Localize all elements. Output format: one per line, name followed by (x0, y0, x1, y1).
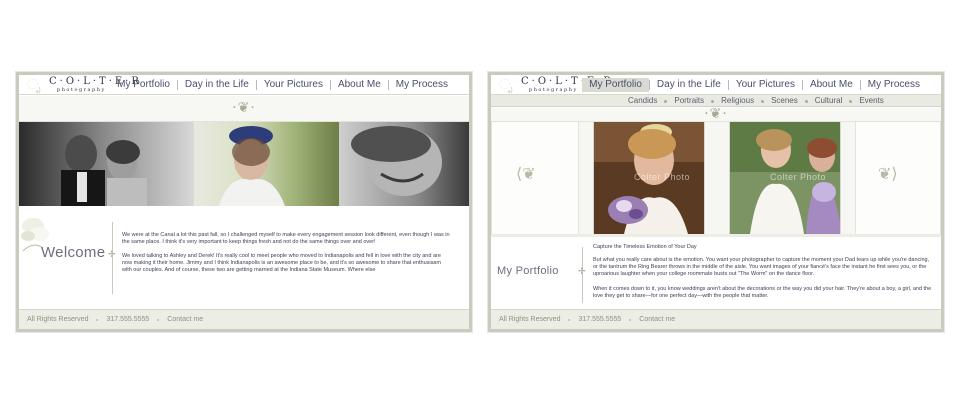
subnav-candids[interactable]: Candids (621, 95, 664, 107)
portfolio-mockup: ೃ C·O·L·T·E·R photography My Portfolio D… (488, 72, 944, 332)
subnav-scenes[interactable]: Scenes (764, 95, 805, 107)
main-nav: My Portfolio Day in the Life Your Pictur… (110, 78, 455, 92)
watermark: Colter Photo (634, 172, 691, 182)
nav-your-pictures[interactable]: Your Pictures (257, 78, 330, 92)
subnav-cultural[interactable]: Cultural (808, 95, 850, 107)
ornament-flourish-icon: ·❦· (704, 106, 728, 122)
footer-separator (96, 318, 99, 321)
welcome-paragraph-2: We loved talking to Ashley and Derek! It… (122, 253, 441, 273)
nav-about-me[interactable]: About Me (331, 78, 388, 92)
logo-subtitle: photography (57, 87, 106, 93)
footer-phone: 317.555.5555 (106, 316, 150, 323)
prev-arrow-icon[interactable]: ⟨❦ (516, 164, 536, 183)
logo-swirl-icon: ೃ (27, 77, 41, 93)
divider-ornament-icon: ✢ (578, 267, 586, 277)
portfolio-heading: Capture the Timeless Emotion of Your Day (593, 244, 697, 250)
divider-ornament-icon: ✢ (108, 250, 116, 260)
gallery-photo-1[interactable]: Colter Photo (593, 122, 705, 234)
gallery-prev-panel[interactable]: ⟨❦ (491, 122, 579, 234)
watermark: Colter Photo (770, 172, 827, 182)
nav-day-in-the-life[interactable]: Day in the Life (178, 78, 256, 92)
footer-separator (629, 318, 632, 321)
hero-photo-strip (19, 122, 469, 206)
header-bar: ೃ C·O·L·T·E·R photography My Portfolio D… (19, 75, 469, 95)
page-title: My Portfolio (497, 265, 559, 277)
footer: All Rights Reserved 317.555.5555 Contact… (491, 309, 941, 329)
portfolio-paragraph-1: But what you really care about is the em… (593, 257, 930, 277)
subnav-list: Candids Portraits Religious Scenes Cultu… (621, 95, 891, 107)
footer-rights: All Rights Reserved (27, 316, 89, 323)
ornament-band: ·❦· (491, 106, 941, 122)
nav-my-portfolio[interactable]: My Portfolio (110, 78, 177, 92)
footer-contact-link[interactable]: Contact me (639, 316, 675, 323)
ornament-band: ·❦· (19, 96, 469, 122)
nav-my-process[interactable]: My Process (389, 78, 455, 92)
nav-my-portfolio[interactable]: My Portfolio (582, 78, 649, 92)
footer-separator (157, 318, 160, 321)
footer: All Rights Reserved 317.555.5555 Contact… (19, 309, 469, 329)
next-arrow-icon[interactable]: ❦⟩ (878, 164, 898, 183)
nav-your-pictures[interactable]: Your Pictures (729, 78, 802, 92)
main-nav: My Portfolio Day in the Life Your Pictur… (582, 78, 927, 92)
footer-contact-link[interactable]: Contact me (167, 316, 203, 323)
welcome-section: Welcome ✢ We were at the Canal a lot thi… (19, 206, 469, 312)
gallery-next-panel[interactable]: ❦⟩ (855, 122, 941, 234)
nav-day-in-the-life[interactable]: Day in the Life (650, 78, 728, 92)
portfolio-section: My Portfolio ✢ Capture the Timeless Emot… (491, 234, 941, 312)
footer-separator (568, 318, 571, 321)
footer-rights: All Rights Reserved (499, 316, 561, 323)
footer-phone: 317.555.5555 (578, 316, 622, 323)
logo-swirl-icon: ೃ (499, 77, 513, 93)
gallery-strip: ⟨❦ Colter Photo Colter Photo ❦⟩ (491, 122, 941, 234)
hero-collage-image (19, 122, 469, 206)
page-title: Welcome (41, 244, 106, 261)
ornament-flourish-icon: ·❦· (232, 100, 256, 116)
homepage-mockup: ೃ C·O·L·T·E·R photography My Portfolio D… (16, 72, 472, 332)
nav-my-process[interactable]: My Process (861, 78, 927, 92)
gallery-photo-2[interactable]: Colter Photo (729, 122, 841, 234)
welcome-paragraph-1: We were at the Canal a lot this past fal… (122, 232, 450, 245)
logo-subtitle: photography (529, 87, 578, 93)
portfolio-paragraph-2: When it comes down to it, you know weddi… (593, 286, 932, 299)
header-bar: ೃ C·O·L·T·E·R photography My Portfolio D… (491, 75, 941, 95)
nav-about-me[interactable]: About Me (803, 78, 860, 92)
subnav-events[interactable]: Events (852, 95, 890, 107)
